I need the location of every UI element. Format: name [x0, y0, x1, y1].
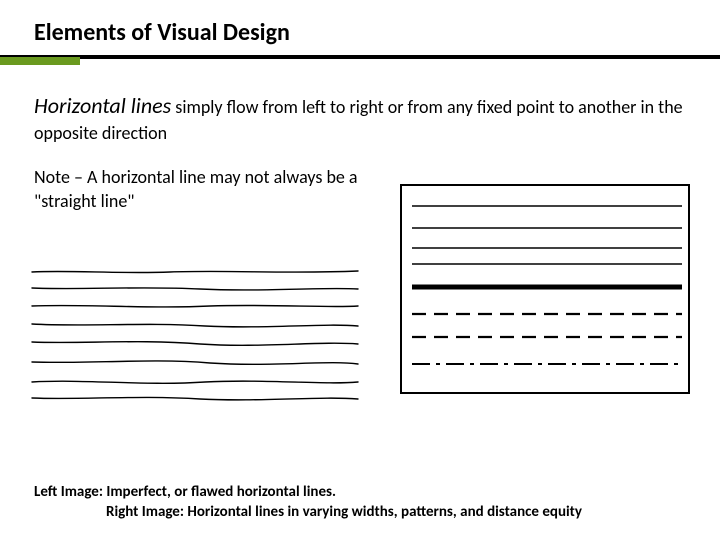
right-caption: Right Image: Horizontal lines in varying…	[34, 502, 686, 522]
definition-text: Horizontal lines simply flow from left t…	[30, 91, 690, 145]
left-caption: Left Image: Imperfect, or flawed horizon…	[34, 482, 686, 502]
captions: Left Image: Imperfect, or flawed horizon…	[34, 482, 686, 523]
page-title: Elements of Visual Design	[34, 18, 690, 47]
right-figure	[400, 184, 690, 394]
definition-lead: Horizontal lines	[34, 92, 171, 119]
left-figure	[30, 264, 360, 404]
note-text: Note – A horizontal line may not always …	[30, 165, 390, 214]
title-rule	[30, 55, 690, 67]
